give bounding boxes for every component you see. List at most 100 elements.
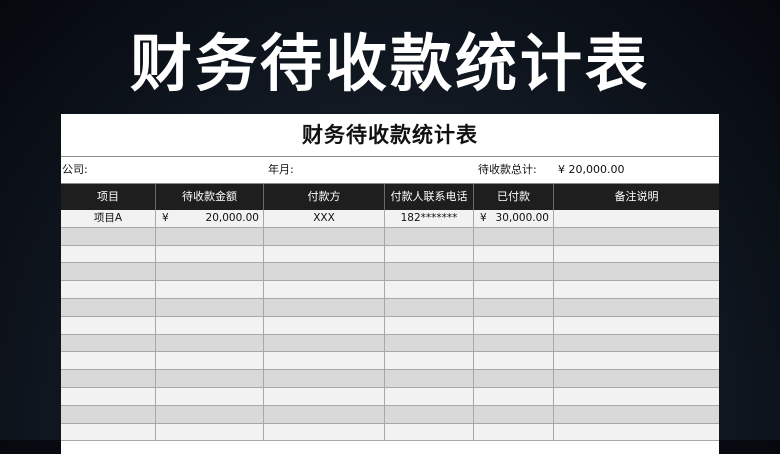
payer-cell[interactable] <box>264 387 385 405</box>
payer-cell[interactable] <box>264 281 385 298</box>
paid-cell[interactable] <box>474 281 554 298</box>
payer-cell[interactable] <box>264 405 385 423</box>
column-header-note[interactable]: 备注说明 <box>554 184 719 210</box>
amount-cell[interactable] <box>156 352 264 370</box>
payer-cell[interactable] <box>264 334 385 352</box>
amount-currency: ¥ <box>162 212 169 224</box>
item-cell[interactable] <box>61 263 156 281</box>
amount-cell[interactable] <box>156 405 264 423</box>
column-header-payer[interactable]: 付款方 <box>264 184 385 210</box>
paid-cell[interactable] <box>474 298 554 316</box>
spreadsheet: 财务待收款统计表 公司: 年月: 待收款总计: ¥ 20,000.00 项目 待… <box>61 114 719 454</box>
table-row <box>61 227 719 246</box>
item-cell[interactable] <box>61 352 156 370</box>
note-cell[interactable] <box>554 370 719 387</box>
amount-cell[interactable] <box>156 263 264 281</box>
item-cell[interactable] <box>61 281 156 298</box>
table-row <box>61 405 719 424</box>
paid-cell[interactable] <box>474 334 554 352</box>
note-cell[interactable] <box>554 352 719 369</box>
paid-value: 30,000.00 <box>495 212 549 224</box>
item-cell[interactable]: 项目A <box>61 210 156 227</box>
payer-cell[interactable] <box>264 370 385 387</box>
payer-cell[interactable] <box>264 263 385 281</box>
paid-cell[interactable] <box>474 227 554 245</box>
amount-cell[interactable] <box>156 316 264 334</box>
item-cell[interactable] <box>61 370 156 387</box>
paid-cell[interactable] <box>474 245 554 263</box>
note-cell[interactable] <box>554 246 719 263</box>
payer-cell[interactable] <box>264 245 385 263</box>
paid-cell[interactable]: ¥ 30,000.00 <box>474 210 554 227</box>
payer-cell[interactable] <box>264 227 385 245</box>
amount-cell[interactable] <box>156 423 264 441</box>
paid-cell[interactable] <box>474 263 554 281</box>
column-header-item[interactable]: 项目 <box>61 184 156 210</box>
phone-cell[interactable] <box>385 405 474 423</box>
paid-cell[interactable] <box>474 316 554 334</box>
sheet-title: 财务待收款统计表 <box>302 123 478 147</box>
amount-cell[interactable] <box>156 334 264 352</box>
note-cell[interactable] <box>554 281 719 298</box>
item-cell[interactable] <box>61 298 156 316</box>
phone-cell[interactable] <box>385 387 474 405</box>
item-cell[interactable] <box>61 334 156 352</box>
amount-cell[interactable] <box>156 281 264 298</box>
meta-row: 公司: 年月: 待收款总计: ¥ 20,000.00 <box>61 156 719 184</box>
amount-cell[interactable] <box>156 298 264 316</box>
phone-cell[interactable] <box>385 227 474 245</box>
payer-cell[interactable] <box>264 423 385 441</box>
item-cell[interactable] <box>61 423 156 441</box>
amount-cell[interactable]: ¥ 20,000.00 <box>156 210 264 227</box>
item-cell[interactable] <box>61 245 156 263</box>
note-cell[interactable] <box>554 210 719 227</box>
phone-cell[interactable] <box>385 245 474 263</box>
table-row <box>61 316 719 335</box>
column-header-amount[interactable]: 待收款金额 <box>156 184 264 210</box>
month-label: 年月: <box>268 163 294 176</box>
note-cell[interactable] <box>554 228 719 245</box>
table-body: 项目A ¥ 20,000.00 XXX 182******* ¥ 30,000.… <box>61 210 719 442</box>
item-cell[interactable] <box>61 405 156 423</box>
note-cell[interactable] <box>554 263 719 280</box>
paid-cell[interactable] <box>474 405 554 423</box>
phone-cell[interactable]: 182******* <box>385 210 474 227</box>
paid-cell[interactable] <box>474 423 554 441</box>
column-header-phone[interactable]: 付款人联系电话 <box>385 184 474 210</box>
phone-cell[interactable] <box>385 263 474 281</box>
amount-cell[interactable] <box>156 227 264 245</box>
item-cell[interactable] <box>61 387 156 405</box>
phone-cell[interactable] <box>385 334 474 352</box>
note-cell[interactable] <box>554 388 719 405</box>
column-header-paid[interactable]: 已付款 <box>474 184 554 210</box>
note-cell[interactable] <box>554 424 719 441</box>
payer-cell[interactable] <box>264 298 385 316</box>
table-row <box>61 281 719 299</box>
amount-cell[interactable] <box>156 245 264 263</box>
payer-cell[interactable]: XXX <box>264 210 385 227</box>
note-cell[interactable] <box>554 406 719 423</box>
banner-title: 财务待收款统计表 <box>129 27 650 100</box>
paid-cell[interactable] <box>474 370 554 387</box>
table-row <box>61 387 719 406</box>
table-row <box>61 245 719 264</box>
item-cell[interactable] <box>61 227 156 245</box>
note-cell[interactable] <box>554 335 719 352</box>
amount-cell[interactable] <box>156 387 264 405</box>
payer-cell[interactable] <box>264 352 385 370</box>
amount-cell[interactable] <box>156 370 264 387</box>
phone-cell[interactable] <box>385 370 474 387</box>
table-row <box>61 370 719 388</box>
phone-cell[interactable] <box>385 316 474 334</box>
phone-cell[interactable] <box>385 298 474 316</box>
payer-cell[interactable] <box>264 316 385 334</box>
note-cell[interactable] <box>554 299 719 316</box>
note-cell[interactable] <box>554 317 719 334</box>
phone-cell[interactable] <box>385 352 474 370</box>
amount-value: 20,000.00 <box>205 212 259 224</box>
phone-cell[interactable] <box>385 423 474 441</box>
paid-cell[interactable] <box>474 352 554 370</box>
item-cell[interactable] <box>61 316 156 334</box>
paid-cell[interactable] <box>474 387 554 405</box>
phone-cell[interactable] <box>385 281 474 298</box>
